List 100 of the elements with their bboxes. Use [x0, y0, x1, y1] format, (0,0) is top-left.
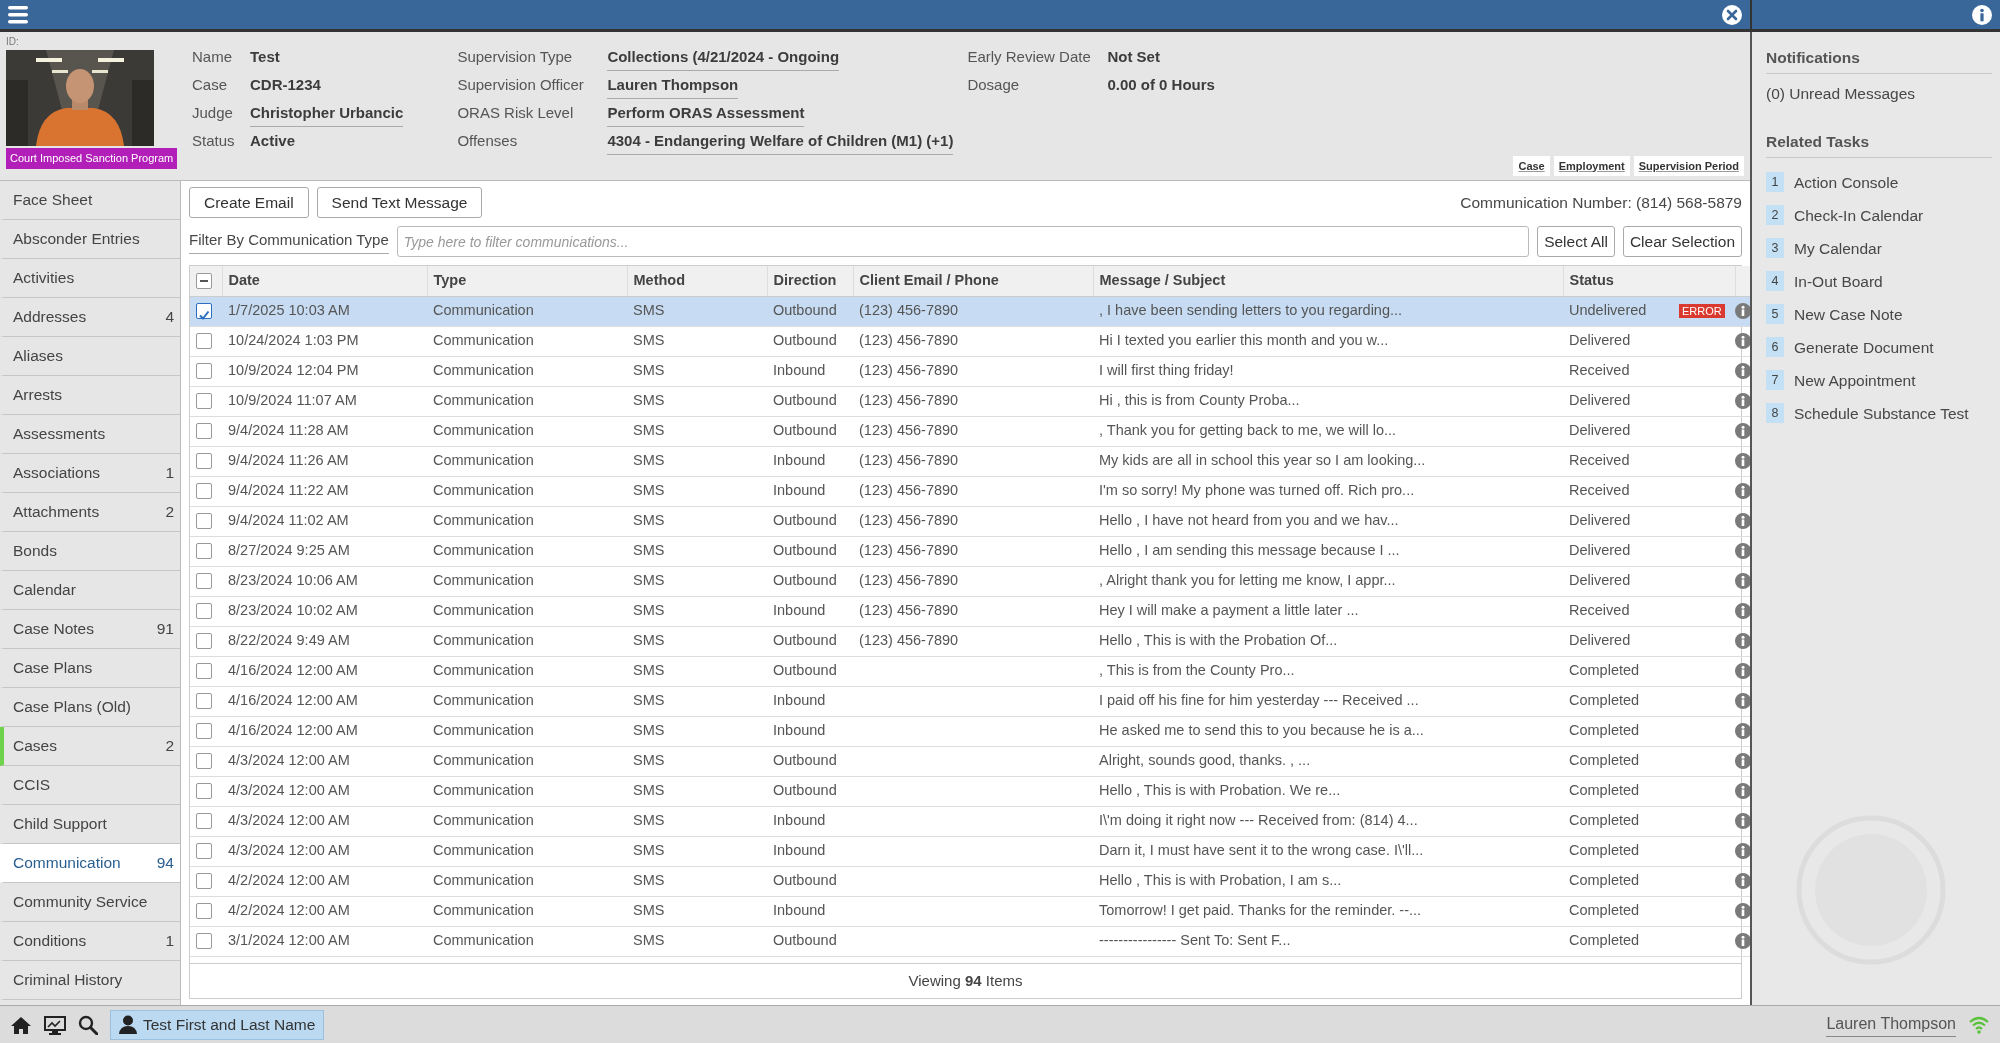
filter-field[interactable]: Type here to filter communications... [396, 226, 1530, 257]
sidebar-item[interactable]: Communication 94 [0, 844, 180, 883]
filter-button[interactable]: Clear Selection [1622, 226, 1742, 257]
filter-button[interactable]: Select All [1537, 226, 1615, 257]
sidebar-item[interactable]: Attachments 2 [0, 493, 180, 532]
sidebar-item[interactable]: Aliases [0, 337, 180, 376]
row-checkbox[interactable] [196, 393, 212, 410]
column-header[interactable]: Direction [767, 266, 853, 296]
toolbar-button[interactable]: Create Email [189, 187, 309, 218]
sidebar-item[interactable]: Case Plans [0, 649, 180, 688]
info-icon[interactable] [1735, 843, 1750, 860]
sidebar-item[interactable]: Conditions 1 [0, 922, 180, 961]
sidebar-item[interactable]: Calendar [0, 571, 180, 610]
info-icon[interactable] [1735, 573, 1750, 590]
menu-icon[interactable] [8, 4, 28, 25]
select-all-checkbox[interactable] [196, 273, 212, 290]
field-link[interactable]: Lauren Thompson [607, 74, 739, 99]
row-checkbox[interactable] [196, 723, 212, 740]
sidebar-item[interactable]: Activities [0, 259, 180, 298]
sidebar-item[interactable]: Criminal History [0, 961, 180, 1000]
task-link[interactable]: Schedule Substance Test [1794, 401, 1969, 425]
info-icon[interactable] [1735, 783, 1750, 800]
info-icon[interactable] [1735, 633, 1750, 650]
search-icon[interactable] [78, 1014, 98, 1035]
header-tab[interactable]: Supervision Period [1633, 155, 1744, 176]
info-icon[interactable] [1735, 813, 1750, 830]
row-checkbox[interactable] [196, 303, 212, 320]
info-icon[interactable] [1735, 303, 1750, 320]
unread-messages[interactable]: (0) Unread Messages [1766, 82, 1992, 106]
field-link[interactable]: Christopher Urbancic [250, 102, 404, 127]
info-icon[interactable] [1735, 873, 1750, 890]
row-checkbox[interactable] [196, 633, 212, 650]
row-checkbox[interactable] [196, 933, 212, 950]
info-icon[interactable] [1735, 453, 1750, 470]
info-icon[interactable] [1735, 663, 1750, 680]
info-icon[interactable] [1735, 723, 1750, 740]
row-checkbox[interactable] [196, 663, 212, 680]
row-checkbox[interactable] [196, 513, 212, 530]
task-link[interactable]: Generate Document [1794, 335, 1934, 359]
sidebar-item[interactable]: Case Notes 91 [0, 610, 180, 649]
header-tab[interactable]: Employment [1553, 155, 1630, 176]
task-link[interactable]: Action Console [1794, 170, 1899, 194]
info-icon[interactable] [1735, 903, 1750, 920]
row-checkbox[interactable] [196, 903, 212, 920]
info-icon[interactable] [1735, 513, 1750, 530]
sidebar-item[interactable]: Case Plans (Old) [0, 688, 180, 727]
monitor-icon[interactable] [44, 1014, 66, 1035]
task-link[interactable]: New Case Note [1794, 302, 1903, 326]
field-link[interactable]: Perform ORAS Assessment [607, 102, 805, 127]
column-header[interactable]: Type [427, 266, 627, 296]
task-link[interactable]: New Appointment [1794, 368, 1916, 392]
info-icon[interactable] [1735, 693, 1750, 710]
row-checkbox[interactable] [196, 483, 212, 500]
row-checkbox[interactable] [196, 873, 212, 890]
info-icon[interactable] [1735, 333, 1750, 350]
info-icon[interactable] [1735, 483, 1750, 500]
column-header[interactable]: Date [222, 266, 427, 296]
row-checkbox[interactable] [196, 453, 212, 470]
row-checkbox[interactable] [196, 333, 212, 350]
sidebar-item[interactable]: CCIS [0, 766, 180, 805]
field-link[interactable]: 4304 - Endangering Welfare of Children (M1) (+1) [607, 130, 954, 155]
task-link[interactable]: In-Out Board [1794, 269, 1883, 293]
row-checkbox[interactable] [196, 543, 212, 560]
sidebar-item[interactable]: Assessments [0, 415, 180, 454]
info-icon[interactable] [1735, 363, 1750, 380]
info-icon[interactable] [1735, 543, 1750, 560]
row-checkbox[interactable] [196, 603, 212, 620]
header-tab[interactable]: Case [1513, 155, 1550, 176]
column-header[interactable]: Status [1563, 266, 1735, 296]
info-icon[interactable] [1972, 4, 1992, 25]
info-icon[interactable] [1735, 933, 1750, 950]
user-link[interactable]: Lauren Thompson [1826, 1012, 1956, 1037]
task-link[interactable]: My Calendar [1794, 236, 1882, 260]
row-checkbox[interactable] [196, 693, 212, 710]
info-icon[interactable] [1735, 753, 1750, 770]
toolbar-button[interactable]: Send Text Message [316, 187, 483, 218]
row-checkbox[interactable] [196, 423, 212, 440]
home-icon[interactable] [10, 1014, 32, 1035]
info-icon[interactable] [1735, 423, 1750, 440]
close-icon[interactable] [1722, 4, 1742, 25]
info-icon[interactable] [1735, 393, 1750, 410]
row-checkbox[interactable] [196, 363, 212, 380]
row-checkbox[interactable] [196, 573, 212, 590]
sidebar-item[interactable]: Arrests [0, 376, 180, 415]
column-header[interactable]: Message / Subject [1093, 266, 1563, 296]
sidebar-item[interactable]: Community Service [0, 883, 180, 922]
record-tab[interactable]: Test First and Last Name [110, 1009, 325, 1040]
sidebar-item[interactable]: Absconder Entries [0, 220, 180, 259]
sidebar-item[interactable]: Bonds [0, 532, 180, 571]
sidebar-item[interactable]: Face Sheet [0, 181, 180, 220]
info-icon[interactable] [1735, 603, 1750, 620]
column-header[interactable]: Client Email / Phone [853, 266, 1093, 296]
row-checkbox[interactable] [196, 753, 212, 770]
row-checkbox[interactable] [196, 843, 212, 860]
sidebar-item[interactable]: Associations 1 [0, 454, 180, 493]
row-checkbox[interactable] [196, 783, 212, 800]
sidebar-item[interactable]: Addresses 4 [0, 298, 180, 337]
task-link[interactable]: Check-In Calendar [1794, 203, 1924, 227]
row-checkbox[interactable] [196, 813, 212, 830]
field-link[interactable]: Collections (4/21/2024 - Ongoing [607, 46, 840, 71]
